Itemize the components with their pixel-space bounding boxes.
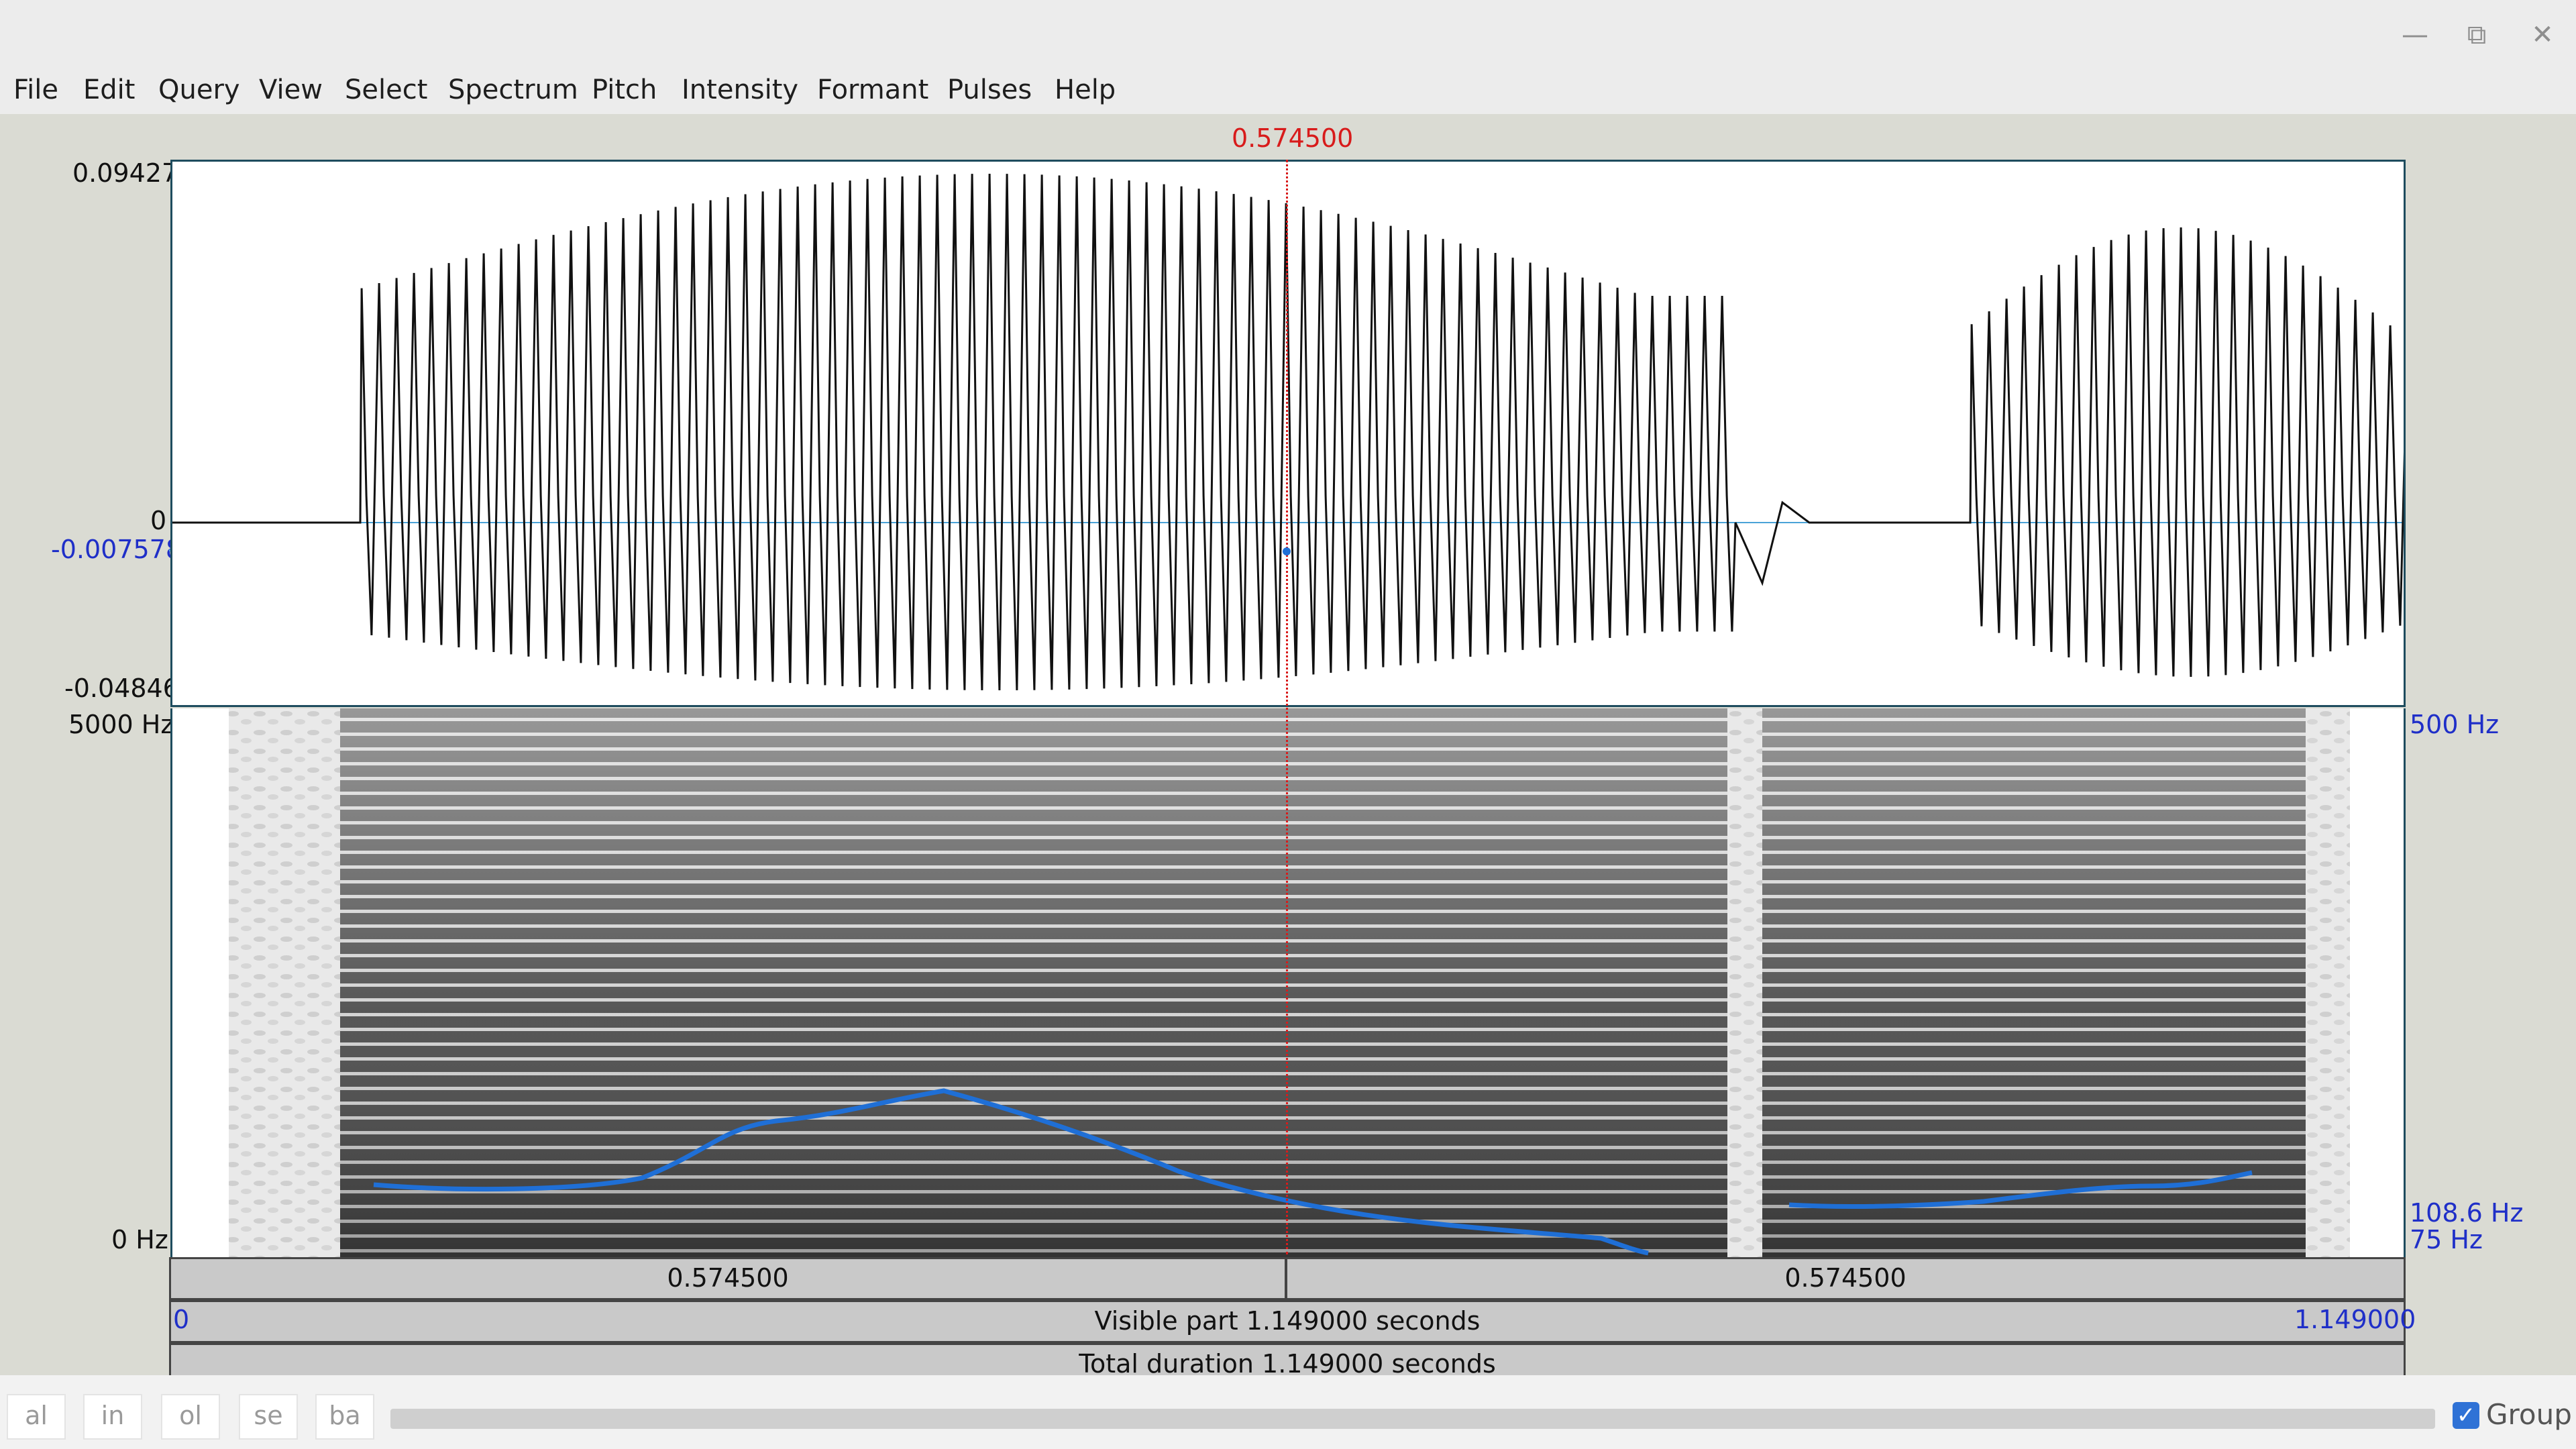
- cursor-point: [1283, 547, 1291, 555]
- group-checkbox[interactable]: ✓: [2453, 1402, 2479, 1429]
- visible-end-label: 1.149000: [2294, 1305, 2416, 1334]
- menu-help[interactable]: Help: [1055, 66, 1116, 114]
- waveform-max-label: 0.09427: [72, 158, 178, 188]
- menu-query[interactable]: Query: [158, 66, 240, 114]
- horizontal-scrollbar[interactable]: [390, 1409, 2435, 1429]
- title-bar: — ⧉ ✕: [0, 0, 2576, 59]
- cursor-line: [1286, 160, 1288, 1254]
- spectrogram-top-freq-label: 5000 Hz: [68, 710, 174, 739]
- visible-part-bar[interactable]: Visible part 1.149000 seconds: [169, 1300, 2406, 1343]
- group-label: Group: [2486, 1398, 2572, 1431]
- zoom-out-button[interactable]: ol: [161, 1394, 220, 1440]
- menu-file[interactable]: File: [13, 66, 58, 114]
- segment-left-bar[interactable]: 0.574500: [169, 1257, 1287, 1300]
- visible-start-label: 0: [173, 1305, 190, 1334]
- cursor-time-label: 0.574500: [1232, 123, 1354, 153]
- spectrogram-bottom-freq-label: 0 Hz: [111, 1225, 168, 1254]
- waveform-svg: [172, 173, 2404, 691]
- zoom-all-button[interactable]: al: [7, 1394, 66, 1440]
- menu-pitch[interactable]: Pitch: [592, 66, 657, 114]
- segment-right-bar[interactable]: 0.574500: [1285, 1257, 2406, 1300]
- minimize-icon[interactable]: —: [2395, 15, 2435, 55]
- waveform-zero-label: 0: [150, 506, 167, 535]
- spectrogram-svg: [229, 708, 2350, 1258]
- zoom-in-button[interactable]: in: [83, 1394, 142, 1440]
- menu-select[interactable]: Select: [345, 66, 427, 114]
- pitch-current-label: 108.6 Hz: [2410, 1198, 2524, 1228]
- menu-spectrum[interactable]: Spectrum: [448, 66, 578, 114]
- maximize-icon[interactable]: ⧉: [2457, 15, 2497, 55]
- waveform-trace: [172, 173, 2404, 691]
- menu-bar: File Edit Query View Select Spectrum Pit…: [0, 66, 2576, 114]
- menu-pulses[interactable]: Pulses: [947, 66, 1032, 114]
- zoom-selection-button[interactable]: se: [239, 1394, 298, 1440]
- waveform-min-label: -0.04846: [64, 674, 179, 703]
- menu-edit[interactable]: Edit: [83, 66, 135, 114]
- zoom-back-button[interactable]: ba: [315, 1394, 374, 1440]
- pitch-bottom-label: 75 Hz: [2410, 1225, 2483, 1254]
- menu-intensity[interactable]: Intensity: [682, 66, 798, 114]
- menu-view[interactable]: View: [259, 66, 323, 114]
- close-icon[interactable]: ✕: [2522, 15, 2563, 55]
- bottom-toolbar: al in ol se ba ✓ Group: [0, 1375, 2576, 1449]
- menu-formant[interactable]: Formant: [817, 66, 928, 114]
- spectrogram-panel[interactable]: [170, 708, 2406, 1258]
- waveform-panel[interactable]: [170, 160, 2406, 707]
- pitch-top-label: 500 Hz: [2410, 710, 2500, 739]
- cursor-value-label: -0.007578: [51, 535, 182, 564]
